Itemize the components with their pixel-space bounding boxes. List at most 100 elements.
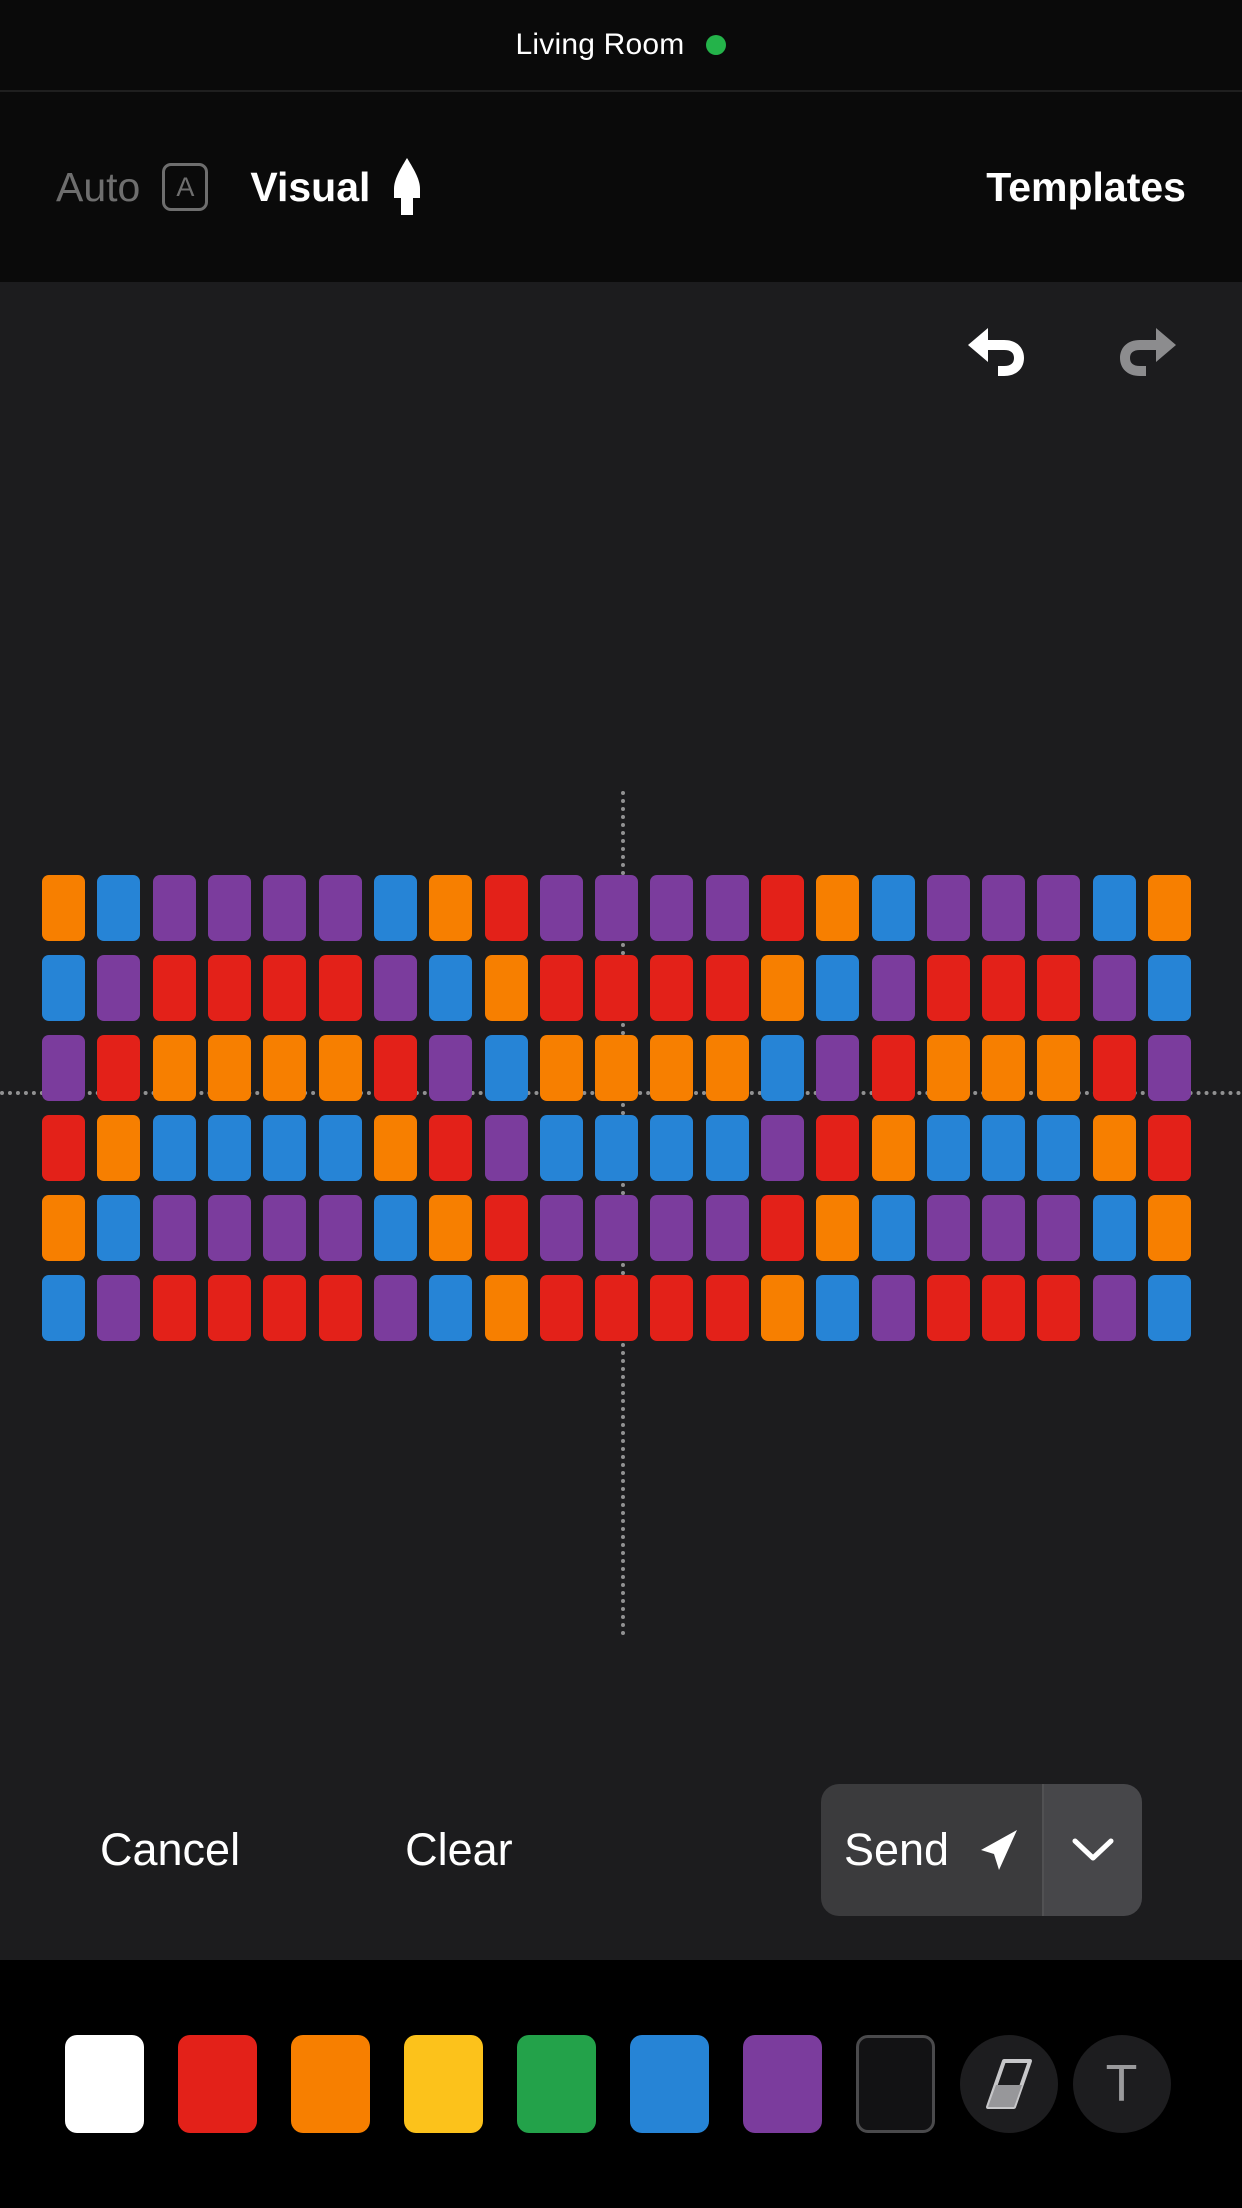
pixel-cell[interactable] — [810, 1188, 865, 1268]
pixel-cell[interactable] — [976, 1028, 1031, 1108]
pixel-cell[interactable] — [202, 1028, 257, 1108]
tab-visual[interactable]: Visual — [250, 158, 424, 216]
color-swatch-red[interactable] — [161, 2035, 274, 2133]
pixel-cell[interactable] — [1142, 868, 1197, 948]
pixel-cell[interactable] — [1142, 1028, 1197, 1108]
pixel-cell[interactable] — [202, 1188, 257, 1268]
pixel-cell[interactable] — [1031, 948, 1086, 1028]
pixel-cell[interactable] — [147, 1028, 202, 1108]
pixel-cell[interactable] — [1142, 1188, 1197, 1268]
tool-text-tool-icon[interactable]: T — [1065, 2035, 1178, 2133]
pixel-cell[interactable] — [312, 948, 367, 1028]
pixel-cell[interactable] — [1142, 1108, 1197, 1188]
pixel-cell[interactable] — [478, 868, 533, 948]
pixel-cell[interactable] — [257, 1268, 312, 1348]
pixel-cell[interactable] — [1087, 1268, 1142, 1348]
pixel-cell[interactable] — [976, 948, 1031, 1028]
pixel-cell[interactable] — [1087, 1028, 1142, 1108]
pixel-cell[interactable] — [534, 1108, 589, 1188]
pixel-cell[interactable] — [91, 948, 146, 1028]
pixel-cell[interactable] — [755, 1188, 810, 1268]
pixel-cell[interactable] — [36, 1108, 91, 1188]
pixel-cell[interactable] — [865, 1028, 920, 1108]
pixel-cell[interactable] — [147, 1188, 202, 1268]
redo-button[interactable] — [1112, 318, 1186, 392]
pixel-cell[interactable] — [810, 1268, 865, 1348]
pixel-cell[interactable] — [865, 948, 920, 1028]
pixel-cell[interactable] — [755, 1108, 810, 1188]
pixel-cell[interactable] — [700, 1188, 755, 1268]
color-swatch-green[interactable] — [500, 2035, 613, 2133]
color-swatch-orange[interactable] — [274, 2035, 387, 2133]
pixel-cell[interactable] — [755, 1268, 810, 1348]
pixel-cell[interactable] — [91, 1188, 146, 1268]
pixel-cell[interactable] — [644, 868, 699, 948]
pixel-cell[interactable] — [147, 1108, 202, 1188]
pixel-cell[interactable] — [1031, 868, 1086, 948]
pixel-cell[interactable] — [202, 1268, 257, 1348]
pixel-cell[interactable] — [478, 1268, 533, 1348]
pixel-cell[interactable] — [478, 1188, 533, 1268]
color-swatch-black[interactable] — [839, 2035, 952, 2133]
color-swatch-white[interactable] — [48, 2035, 161, 2133]
pixel-cell[interactable] — [257, 868, 312, 948]
pixel-cell[interactable] — [700, 1268, 755, 1348]
pixel-cell[interactable] — [478, 948, 533, 1028]
pixel-cell[interactable] — [368, 1108, 423, 1188]
pixel-cell[interactable] — [700, 1108, 755, 1188]
pixel-cell[interactable] — [921, 1268, 976, 1348]
pixel-cell[interactable] — [589, 1268, 644, 1348]
cancel-button[interactable]: Cancel — [100, 1824, 240, 1876]
pixel-cell[interactable] — [534, 948, 589, 1028]
pixel-cell[interactable] — [534, 1028, 589, 1108]
pixel-cell[interactable] — [368, 1028, 423, 1108]
pixel-cell[interactable] — [36, 1188, 91, 1268]
pixel-cell[interactable] — [1087, 948, 1142, 1028]
undo-button[interactable] — [958, 318, 1032, 392]
send-options-button[interactable] — [1044, 1784, 1142, 1916]
pixel-cell[interactable] — [36, 868, 91, 948]
pixel-cell[interactable] — [202, 868, 257, 948]
pixel-cell[interactable] — [534, 868, 589, 948]
pixel-cell[interactable] — [976, 1188, 1031, 1268]
tab-auto[interactable]: Auto A — [56, 163, 209, 211]
drawing-canvas[interactable] — [0, 282, 1242, 1960]
pixel-cell[interactable] — [257, 1028, 312, 1108]
pixel-cell[interactable] — [91, 1268, 146, 1348]
pixel-cell[interactable] — [921, 1028, 976, 1108]
pixel-cell[interactable] — [312, 1108, 367, 1188]
pixel-cell[interactable] — [36, 1028, 91, 1108]
pixel-cell[interactable] — [755, 1028, 810, 1108]
pixel-cell[interactable] — [36, 948, 91, 1028]
pixel-cell[interactable] — [921, 1108, 976, 1188]
pixel-cell[interactable] — [589, 948, 644, 1028]
pixel-cell[interactable] — [423, 1268, 478, 1348]
pixel-cell[interactable] — [368, 868, 423, 948]
pixel-cell[interactable] — [147, 868, 202, 948]
pixel-cell[interactable] — [1031, 1188, 1086, 1268]
pixel-cell[interactable] — [1142, 1268, 1197, 1348]
pixel-cell[interactable] — [312, 868, 367, 948]
pixel-cell[interactable] — [423, 1108, 478, 1188]
pixel-cell[interactable] — [921, 948, 976, 1028]
pixel-cell[interactable] — [1087, 1188, 1142, 1268]
pixel-cell[interactable] — [534, 1268, 589, 1348]
pixel-cell[interactable] — [810, 1028, 865, 1108]
pixel-cell[interactable] — [423, 1028, 478, 1108]
pixel-cell[interactable] — [1031, 1108, 1086, 1188]
templates-button[interactable]: Templates — [986, 164, 1186, 210]
pixel-cell[interactable] — [202, 1108, 257, 1188]
pixel-cell[interactable] — [921, 868, 976, 948]
pixel-cell[interactable] — [257, 948, 312, 1028]
pixel-cell[interactable] — [589, 1108, 644, 1188]
pixel-cell[interactable] — [644, 1108, 699, 1188]
pixel-cell[interactable] — [36, 1268, 91, 1348]
pixel-cell[interactable] — [865, 1108, 920, 1188]
pixel-cell[interactable] — [976, 868, 1031, 948]
pixel-cell[interactable] — [810, 868, 865, 948]
color-palette-bar[interactable]: T — [0, 1960, 1242, 2208]
pixel-cell[interactable] — [1087, 1108, 1142, 1188]
pixel-cell[interactable] — [312, 1268, 367, 1348]
pixel-cell[interactable] — [257, 1108, 312, 1188]
pixel-cell[interactable] — [976, 1268, 1031, 1348]
